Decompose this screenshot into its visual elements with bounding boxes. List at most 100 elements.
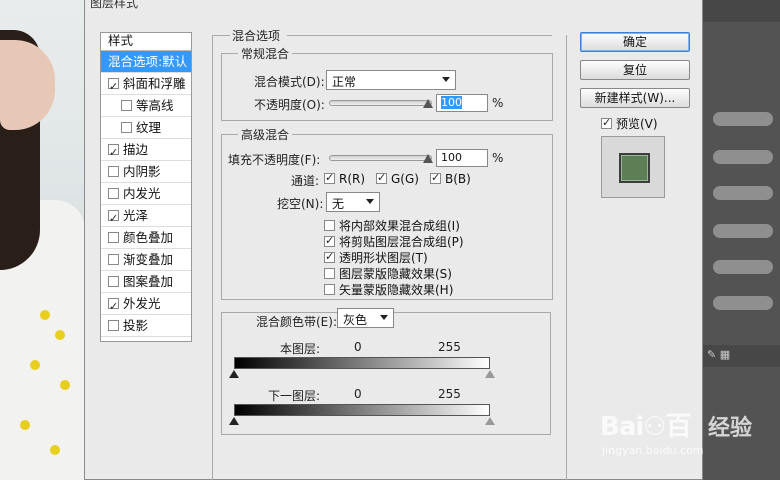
photo-flower xyxy=(20,420,30,430)
styles-item-stroke[interactable]: 描边 xyxy=(101,139,191,161)
underlying-layer-min: 0 xyxy=(354,387,362,401)
photo-face xyxy=(0,40,55,130)
grid-icon[interactable]: ▦ xyxy=(720,348,730,361)
baidu-logo: Bai⚇百 xyxy=(600,412,692,442)
ok-button[interactable]: 确定 xyxy=(580,32,690,52)
dialog-title: 图层样式 xyxy=(90,0,139,10)
checkbox[interactable] xyxy=(108,276,119,287)
brush-stroke-preview[interactable] xyxy=(713,112,773,126)
watermark-text: 经验 xyxy=(708,416,753,441)
styles-item-satin[interactable]: 光泽 xyxy=(101,205,191,227)
underlying-layer-gradient[interactable] xyxy=(234,404,490,416)
styles-item-texture[interactable]: 纹理 xyxy=(101,117,191,139)
brush-stroke-preview[interactable] xyxy=(713,186,773,200)
fill-opacity-slider[interactable] xyxy=(329,155,432,161)
styles-item-color-overlay[interactable]: 颜色叠加 xyxy=(101,227,191,249)
panel-icon-row: ✎ ▦ xyxy=(703,345,780,367)
this-layer-black-slider[interactable] xyxy=(229,370,239,378)
brush-stroke-preview[interactable] xyxy=(713,296,773,310)
this-layer-gradient[interactable] xyxy=(234,357,490,369)
panel-toolbar xyxy=(703,0,780,22)
opacity-slider[interactable] xyxy=(329,100,432,106)
this-layer-min: 0 xyxy=(354,340,362,354)
brush-icon[interactable]: ✎ xyxy=(707,348,716,361)
checkbox[interactable] xyxy=(108,142,119,160)
divider xyxy=(212,35,230,36)
fill-opacity-label: 填充不透明度(F): xyxy=(228,153,321,167)
underlying-layer-white-slider[interactable] xyxy=(485,417,495,425)
this-layer-max: 255 xyxy=(438,340,461,354)
checkbox[interactable] xyxy=(108,320,119,331)
fill-opacity-percent: % xyxy=(492,151,504,165)
styles-item-outer-glow[interactable]: 外发光 xyxy=(101,293,191,315)
reset-button[interactable]: 复位 xyxy=(580,60,690,80)
checkbox[interactable] xyxy=(108,166,119,177)
this-layer-white-slider[interactable] xyxy=(485,370,495,378)
styles-item-pattern-overlay[interactable]: 图案叠加 xyxy=(101,271,191,293)
chevron-down-icon xyxy=(380,315,388,320)
checkbox[interactable] xyxy=(108,254,119,265)
checkbox[interactable] xyxy=(121,100,132,111)
option-blend-clipped-layers[interactable]: 将剪贴图层混合成组(P) xyxy=(324,233,464,250)
opacity-percent: % xyxy=(492,96,504,110)
underlying-layer-black-slider[interactable] xyxy=(229,417,239,425)
divider xyxy=(212,35,213,480)
photo-flower xyxy=(50,445,60,455)
styles-item-bevel-emboss[interactable]: 斜面和浮雕 xyxy=(101,73,191,95)
brush-stroke-preview[interactable] xyxy=(713,260,773,274)
blend-if-select[interactable]: 灰色 xyxy=(337,308,394,328)
fill-opacity-input[interactable]: 100 xyxy=(436,149,488,167)
watermark-url: jingyan.baidu.com xyxy=(602,444,704,457)
checkbox[interactable] xyxy=(108,208,119,226)
blend-if-group xyxy=(221,312,551,435)
checkbox[interactable] xyxy=(108,188,119,199)
photo-flower xyxy=(60,380,70,390)
blend-mode-label: 混合模式(D): xyxy=(254,75,325,89)
styles-list: 样式 混合选项:默认 斜面和浮雕 等高线 纹理 描边 内阴影 内发光 光泽 颜色… xyxy=(100,32,192,342)
divider xyxy=(287,35,552,36)
checkbox[interactable] xyxy=(108,76,119,94)
blend-mode-select[interactable]: 正常 xyxy=(326,70,456,90)
knockout-label: 挖空(N): xyxy=(277,197,324,211)
fill-opacity-slider-thumb[interactable] xyxy=(423,154,433,163)
option-transparency-shapes[interactable]: 透明形状图层(T) xyxy=(324,249,428,266)
chevron-down-icon xyxy=(366,199,374,204)
blend-if-label: 混合颜色带(E): xyxy=(254,313,339,330)
section-title: 混合选项 xyxy=(232,29,281,43)
channel-g-checkbox[interactable]: G(G) xyxy=(376,171,419,186)
option-vector-mask-hides[interactable]: 矢量蒙版隐藏效果(H) xyxy=(324,281,453,298)
styles-item-blending-options[interactable]: 混合选项:默认 xyxy=(101,51,191,73)
channel-b-checkbox[interactable]: B(B) xyxy=(430,171,471,186)
checkbox[interactable] xyxy=(121,122,132,133)
styles-item-contour[interactable]: 等高线 xyxy=(101,95,191,117)
checkbox[interactable] xyxy=(108,296,119,314)
preview-checkbox[interactable]: 预览(V) xyxy=(601,115,658,132)
photo-flower xyxy=(55,330,65,340)
opacity-slider-thumb[interactable] xyxy=(423,99,433,108)
opacity-input[interactable]: 100 xyxy=(436,94,488,112)
baidu-watermark: Bai⚇百 经验 jingyan.baidu.com xyxy=(600,400,780,480)
styles-item-inner-shadow[interactable]: 内阴影 xyxy=(101,161,191,183)
styles-item-gradient-overlay[interactable]: 渐变叠加 xyxy=(101,249,191,271)
checkbox[interactable] xyxy=(108,232,119,243)
general-blending-title: 常规混合 xyxy=(238,45,293,62)
channel-r-checkbox[interactable]: R(R) xyxy=(324,171,365,186)
style-preview-swatch xyxy=(619,153,650,183)
brush-stroke-preview[interactable] xyxy=(713,224,773,238)
advanced-blending-title: 高级混合 xyxy=(238,126,293,143)
photo-flower xyxy=(30,360,40,370)
option-blend-interior-effects[interactable]: 将内部效果混合成组(I) xyxy=(324,217,460,234)
brush-stroke-preview[interactable] xyxy=(713,150,773,164)
styles-item-inner-glow[interactable]: 内发光 xyxy=(101,183,191,205)
new-style-button[interactable]: 新建样式(W)... xyxy=(580,88,690,108)
opacity-label: 不透明度(O): xyxy=(254,98,325,112)
channels-label: 通道: xyxy=(291,174,320,188)
styles-list-header[interactable]: 样式 xyxy=(101,33,191,51)
this-layer-label: 本图层: xyxy=(280,342,321,356)
knockout-select[interactable]: 无 xyxy=(326,192,380,212)
background-photo xyxy=(0,0,90,480)
styles-item-drop-shadow[interactable]: 投影 xyxy=(101,315,191,337)
option-layer-mask-hides[interactable]: 图层蒙版隐藏效果(S) xyxy=(324,265,452,282)
style-preview xyxy=(601,136,665,198)
photo-flower xyxy=(40,310,50,320)
